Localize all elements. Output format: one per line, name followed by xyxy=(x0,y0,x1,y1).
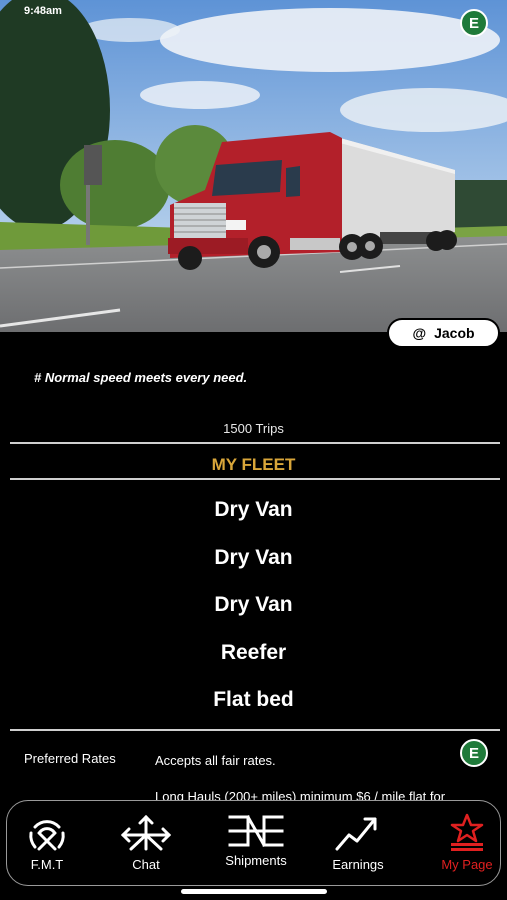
tab-earnings[interactable]: Earnings xyxy=(313,801,403,887)
my-page-star-icon xyxy=(450,813,484,851)
tab-shipments[interactable]: Shipments xyxy=(211,801,301,887)
bottom-tab-bar: F.M.T Chat Shipments Earnings My Page xyxy=(6,800,501,886)
status-bar-time: 9:48am xyxy=(24,5,62,17)
divider xyxy=(10,729,500,731)
fleet-item[interactable]: Reefer xyxy=(0,633,507,681)
fleet-item[interactable]: Dry Van xyxy=(0,585,507,633)
username-label: Jacob xyxy=(434,325,475,341)
tab-chat[interactable]: Chat xyxy=(101,801,191,887)
earnings-trend-icon xyxy=(335,817,377,851)
fleet-title: MY FLEET xyxy=(211,455,296,474)
tab-label: My Page xyxy=(441,857,493,872)
divider xyxy=(10,478,500,480)
e-badge-icon[interactable]: E xyxy=(460,9,488,37)
preferred-rates-label: Preferred Rates xyxy=(24,751,116,766)
username-chip[interactable]: @ Jacob xyxy=(387,318,500,348)
tab-label: F.M.T xyxy=(30,857,64,872)
trips-count: 1500 Trips xyxy=(223,421,284,436)
fmt-signal-icon xyxy=(29,820,65,851)
at-sign: @ xyxy=(412,325,427,341)
fleet-item[interactable]: Flat bed xyxy=(0,680,507,728)
hero-truck-image xyxy=(0,0,507,332)
shipments-icon xyxy=(228,814,284,848)
tab-label: Shipments xyxy=(225,853,287,868)
tab-my-page[interactable]: My Page xyxy=(422,801,507,887)
fleet-item[interactable]: Dry Van xyxy=(0,490,507,538)
fleet-list: Dry Van Dry Van Dry Van Reefer Flat bed xyxy=(0,490,507,728)
profile-tagline: # Normal speed meets every need. xyxy=(34,370,248,385)
tab-fmt[interactable]: F.M.T xyxy=(2,801,92,887)
tab-label: Chat xyxy=(132,857,160,872)
preferred-rates-value: Accepts all fair rates. xyxy=(155,753,276,768)
fleet-item[interactable]: Dry Van xyxy=(0,538,507,586)
home-indicator[interactable] xyxy=(181,889,327,894)
e-badge-icon[interactable]: E xyxy=(460,739,488,767)
divider xyxy=(10,442,500,444)
tab-label: Earnings xyxy=(332,857,384,872)
chat-arrows-icon xyxy=(120,814,172,851)
